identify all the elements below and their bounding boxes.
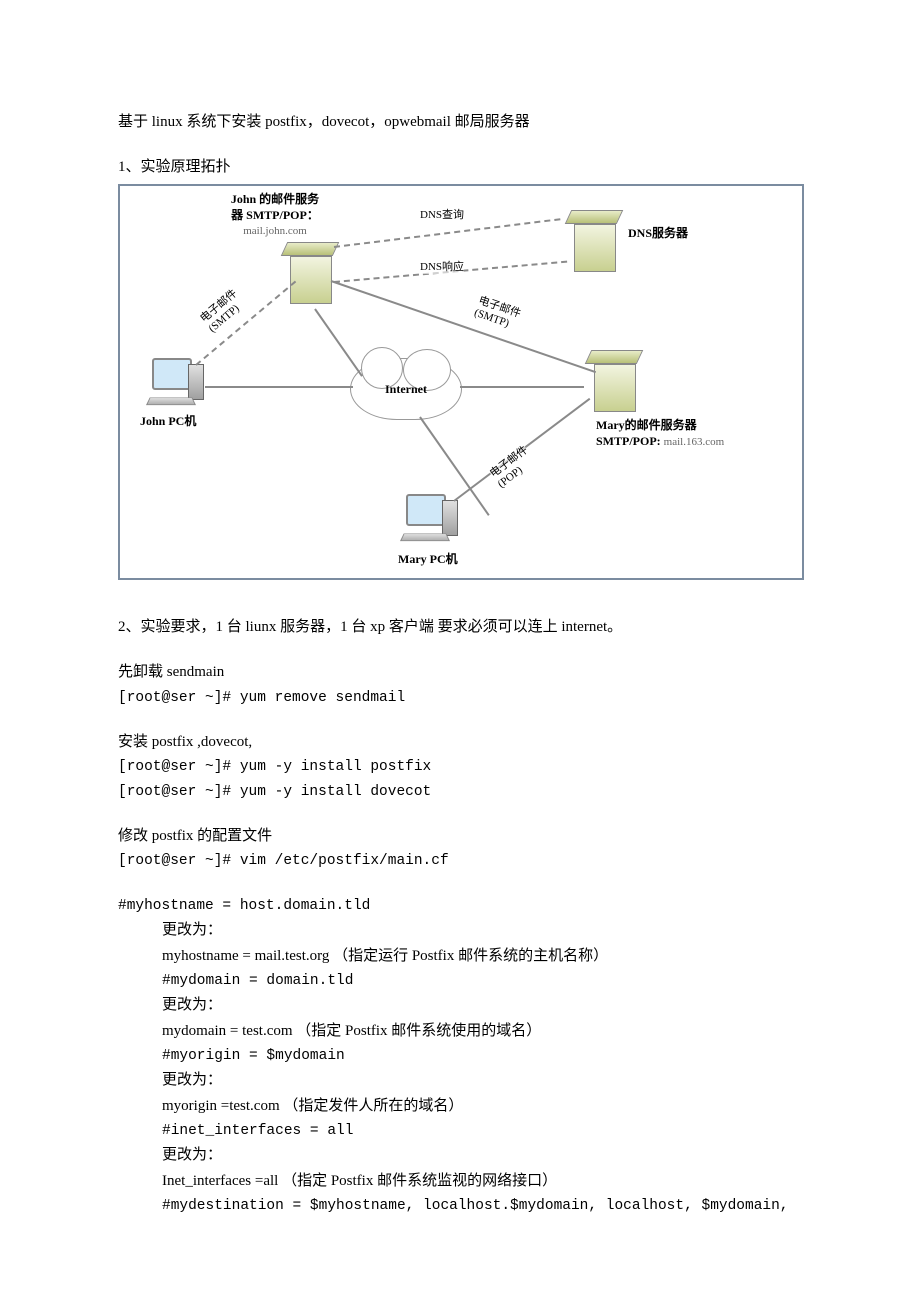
- cfg-inet-val: Inet_interfaces =all （指定 Postfix 邮件系统监视的…: [162, 1170, 802, 1193]
- john-server-label: John 的邮件服务 器 SMTP/POP： mail.john.com: [210, 192, 340, 239]
- edge-line: [314, 308, 363, 376]
- edge-label-dns-query: DNS查询: [420, 206, 464, 222]
- server-icon: [584, 350, 636, 412]
- cfg-change-to: 更改为：: [162, 994, 802, 1017]
- section1-heading: 1、实验原理拓扑: [118, 155, 802, 176]
- cfg-change-to: 更改为：: [162, 1069, 802, 1092]
- john-server-label-line2: 器 SMTP/POP：: [231, 208, 319, 222]
- mary-server-label: Mary的邮件服务器 SMTP/POP: mail.163.com: [596, 418, 796, 449]
- edge-label-pop: 电子邮件(POP): [486, 442, 538, 491]
- install-cmd-1: [root@ser ~]# yum -y install postfix: [118, 756, 802, 778]
- john-server-label-line1: John 的邮件服务: [231, 192, 319, 206]
- cfg-mydomain-val: mydomain = test.com （指定 Postfix 邮件系统使用的域…: [162, 1020, 802, 1043]
- server-icon: [280, 242, 332, 304]
- edge-label-dns-response: DNS响应: [420, 258, 464, 274]
- cfg-myorigin-val: myorigin =test.com （指定发件人所在的域名）: [162, 1095, 802, 1118]
- internet-label: Internet: [385, 382, 427, 397]
- john-server-host: mail.john.com: [243, 225, 307, 237]
- cfg-change-to: 更改为：: [162, 919, 802, 942]
- edit-config-label: 修改 postfix 的配置文件: [118, 825, 802, 848]
- cfg-mydest-comment: #mydestination = $myhostname, localhost.…: [162, 1195, 802, 1217]
- dns-server-label: DNS服务器: [628, 226, 688, 242]
- mary-server-label-line1: Mary的邮件服务器: [596, 418, 697, 432]
- section2-heading: 2、实验要求，1 台 liunx 服务器，1 台 xp 客户端 要求必须可以连上…: [118, 616, 802, 639]
- page-title: 基于 linux 系统下安装 postfix，dovecot，opwebmail…: [118, 110, 802, 131]
- cfg-myhostname-comment: #myhostname = host.domain.tld: [118, 895, 802, 917]
- topology-diagram: John 的邮件服务 器 SMTP/POP： mail.john.com DNS…: [118, 184, 804, 580]
- uninstall-label: 先卸载 sendmain: [118, 661, 802, 684]
- edit-config-cmd: [root@ser ~]# vim /etc/postfix/main.cf: [118, 850, 802, 872]
- install-label: 安装 postfix ,dovecot,: [118, 731, 802, 754]
- cfg-myhostname-val: myhostname = mail.test.org （指定运行 Postfix…: [162, 945, 802, 968]
- pc-icon: [142, 358, 206, 418]
- cfg-myorigin-comment: #myorigin = $mydomain: [162, 1045, 802, 1067]
- pc-icon: [396, 494, 460, 554]
- edge-line: [460, 386, 584, 388]
- cfg-inet-comment: #inet_interfaces = all: [162, 1120, 802, 1142]
- cloud-icon: Internet: [350, 358, 462, 420]
- edge-line: [334, 218, 561, 248]
- cfg-mydomain-comment: #mydomain = domain.tld: [162, 970, 802, 992]
- server-icon: [564, 210, 616, 272]
- edge-label-smtp2: 电子邮件(SMTP): [473, 292, 524, 333]
- document-page: 基于 linux 系统下安装 postfix，dovecot，opwebmail…: [0, 0, 920, 1279]
- uninstall-cmd: [root@ser ~]# yum remove sendmail: [118, 687, 802, 709]
- mary-pc-label: Mary PC机: [398, 552, 458, 568]
- cfg-change-to: 更改为：: [162, 1144, 802, 1167]
- edge-line: [205, 386, 353, 388]
- mary-server-label-line2: SMTP/POP:: [596, 434, 661, 448]
- install-cmd-2: [root@ser ~]# yum -y install dovecot: [118, 781, 802, 803]
- mary-server-host: mail.163.com: [664, 436, 725, 448]
- john-pc-label: John PC机: [140, 414, 196, 430]
